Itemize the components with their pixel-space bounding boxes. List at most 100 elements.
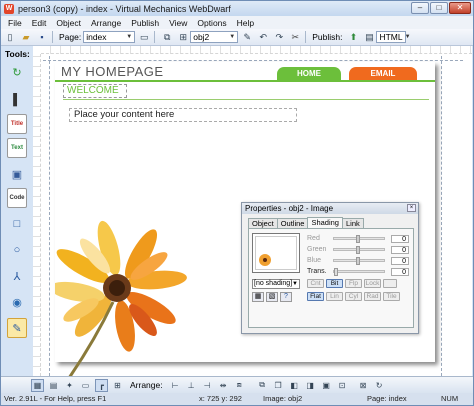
tab-outline[interactable]: Outline [276,218,309,228]
tool-pointer-icon[interactable]: ▌ [7,90,27,110]
tool-code-icon[interactable]: Code [7,188,27,208]
group-icon[interactable]: ▣ [320,379,333,392]
layout-icon[interactable]: ⊞ [176,30,190,44]
tab-object[interactable]: Object [248,218,278,228]
rotate-icon[interactable]: ↻ [373,379,386,392]
layers-icon[interactable]: ▤ [47,379,60,392]
send-backward-icon[interactable]: ◨ [304,379,317,392]
green-value[interactable]: 0 [391,245,409,254]
slider-thumb[interactable] [356,235,360,243]
close-button[interactable]: ✕ [449,2,471,14]
lin-button[interactable]: Lin [326,292,343,301]
tool-globe-icon[interactable]: ◉ [7,292,27,312]
menu-view[interactable]: View [164,18,192,28]
tool-image-icon[interactable]: ▣ [7,164,27,184]
align-icon[interactable]: ⊞ [111,379,124,392]
shading-options-row: Cnt Bit Flp Lock [307,279,397,288]
help-icon[interactable]: ? [280,292,292,302]
menu-edit[interactable]: Edit [27,18,52,28]
rad-button[interactable]: Rad [364,292,381,301]
publish-icon[interactable]: ⬆ [346,30,360,44]
snap-icon[interactable]: ✦ [63,379,76,392]
same-size-icon[interactable]: ⧈ [233,379,246,392]
page-title[interactable]: MY HOMEPAGE [61,64,164,79]
bring-forward-icon[interactable]: ◧ [288,379,301,392]
slider-thumb[interactable] [334,268,338,276]
color-swatch-button[interactable] [383,279,397,288]
new-file-icon[interactable]: ▯ [3,30,17,44]
green-slider[interactable] [333,246,385,254]
tab-shading[interactable]: Shading [307,217,343,228]
welcome-heading[interactable]: WELCOME [63,84,127,98]
align-left-icon[interactable]: ⊢ [169,379,182,392]
save-icon[interactable]: ▪ [35,30,49,44]
publish-format-select[interactable]: HTML ▼ [376,31,411,43]
slider-thumb[interactable] [356,257,360,265]
tab-link[interactable]: Link [341,218,364,228]
menu-options[interactable]: Options [192,18,231,28]
align-center-icon[interactable]: ⊥ [185,379,198,392]
nav-email-button[interactable]: EMAIL [349,67,417,80]
open-folder-icon[interactable]: ▰ [19,30,33,44]
tool-rectangle-icon[interactable]: □ [7,214,27,234]
status-num: NUM [441,394,459,403]
trans-value[interactable]: 0 [391,267,409,276]
menu-publish[interactable]: Publish [126,18,164,28]
web-page[interactable]: MY HOMEPAGE HOME EMAIL WELCOME Place you… [55,62,435,376]
trans-slider[interactable] [333,268,385,276]
flp-button[interactable]: Flp [345,279,362,288]
guide-icon[interactable]: ┏ [95,378,108,392]
delete-icon[interactable]: ✂ [288,30,302,44]
redo-icon[interactable]: ↷ [272,30,286,44]
tile-button[interactable]: Tile [383,292,400,301]
tool-swirl-icon[interactable]: ↻ [7,62,27,82]
minimize-button[interactable]: – [411,2,429,14]
content-text-box[interactable]: Place your content here [69,108,297,122]
flower-image[interactable] [55,210,215,376]
tool-circle-icon[interactable]: ○ [7,240,27,260]
lock-icon[interactable]: ⊠ [357,379,370,392]
ungroup-icon[interactable]: ⊡ [336,379,349,392]
page-label: Page: [59,32,82,42]
bit-button[interactable]: Bit [326,279,343,288]
palette-icon[interactable]: ▦ [252,292,264,302]
grid-icon[interactable]: ▦ [31,378,44,392]
maximize-button[interactable]: □ [430,2,448,14]
page-add-icon[interactable]: ▭ [137,30,151,44]
preview-icon[interactable]: ▤ [362,30,376,44]
align-right-icon[interactable]: ⊣ [201,379,214,392]
bring-front-icon[interactable]: ⧉ [256,379,269,392]
tool-text-icon[interactable]: Text [7,138,27,158]
tool-polygon-icon[interactable]: ⅄ [7,266,27,286]
red-slider[interactable] [333,235,385,243]
gradient-icon[interactable]: ▧ [266,292,278,302]
flat-button[interactable]: Flat [307,292,324,301]
tool-edit-icon[interactable]: ✎ [7,318,27,338]
menu-arrange[interactable]: Arrange [86,18,126,28]
blue-value[interactable]: 0 [391,256,409,265]
properties-dialog[interactable]: Properties - obj2 - Image × Object Outli… [241,202,419,334]
menu-help[interactable]: Help [232,18,259,28]
menu-file[interactable]: File [3,18,27,28]
close-icon[interactable]: × [407,204,416,212]
lock-button[interactable]: Lock [364,279,381,288]
properties-title-bar[interactable]: Properties - obj2 - Image × [242,203,418,214]
object-select[interactable]: obj2 ▼ [190,31,239,43]
object-edit-icon[interactable]: ✎ [240,30,254,44]
slider-thumb[interactable] [356,246,360,254]
page-select[interactable]: index ▼ [83,31,136,43]
frame-icon[interactable]: ▭ [79,379,92,392]
editor-canvas[interactable]: MY HOMEPAGE HOME EMAIL WELCOME Place you… [33,46,472,376]
menu-object[interactable]: Object [51,18,86,28]
nav-home-button[interactable]: HOME [277,67,341,80]
shading-select[interactable]: [no shading] ▼ [252,279,300,289]
red-value[interactable]: 0 [391,234,409,243]
tool-title-icon[interactable]: Title [7,114,27,134]
distribute-icon[interactable]: ⇹ [217,379,230,392]
pages-icon[interactable]: ⧉ [160,30,174,44]
cyl-button[interactable]: Cyl [345,292,362,301]
cnt-button[interactable]: Cnt [307,279,324,288]
undo-icon[interactable]: ↶ [256,30,270,44]
send-back-icon[interactable]: ❐ [272,379,285,392]
blue-slider[interactable] [333,257,385,265]
